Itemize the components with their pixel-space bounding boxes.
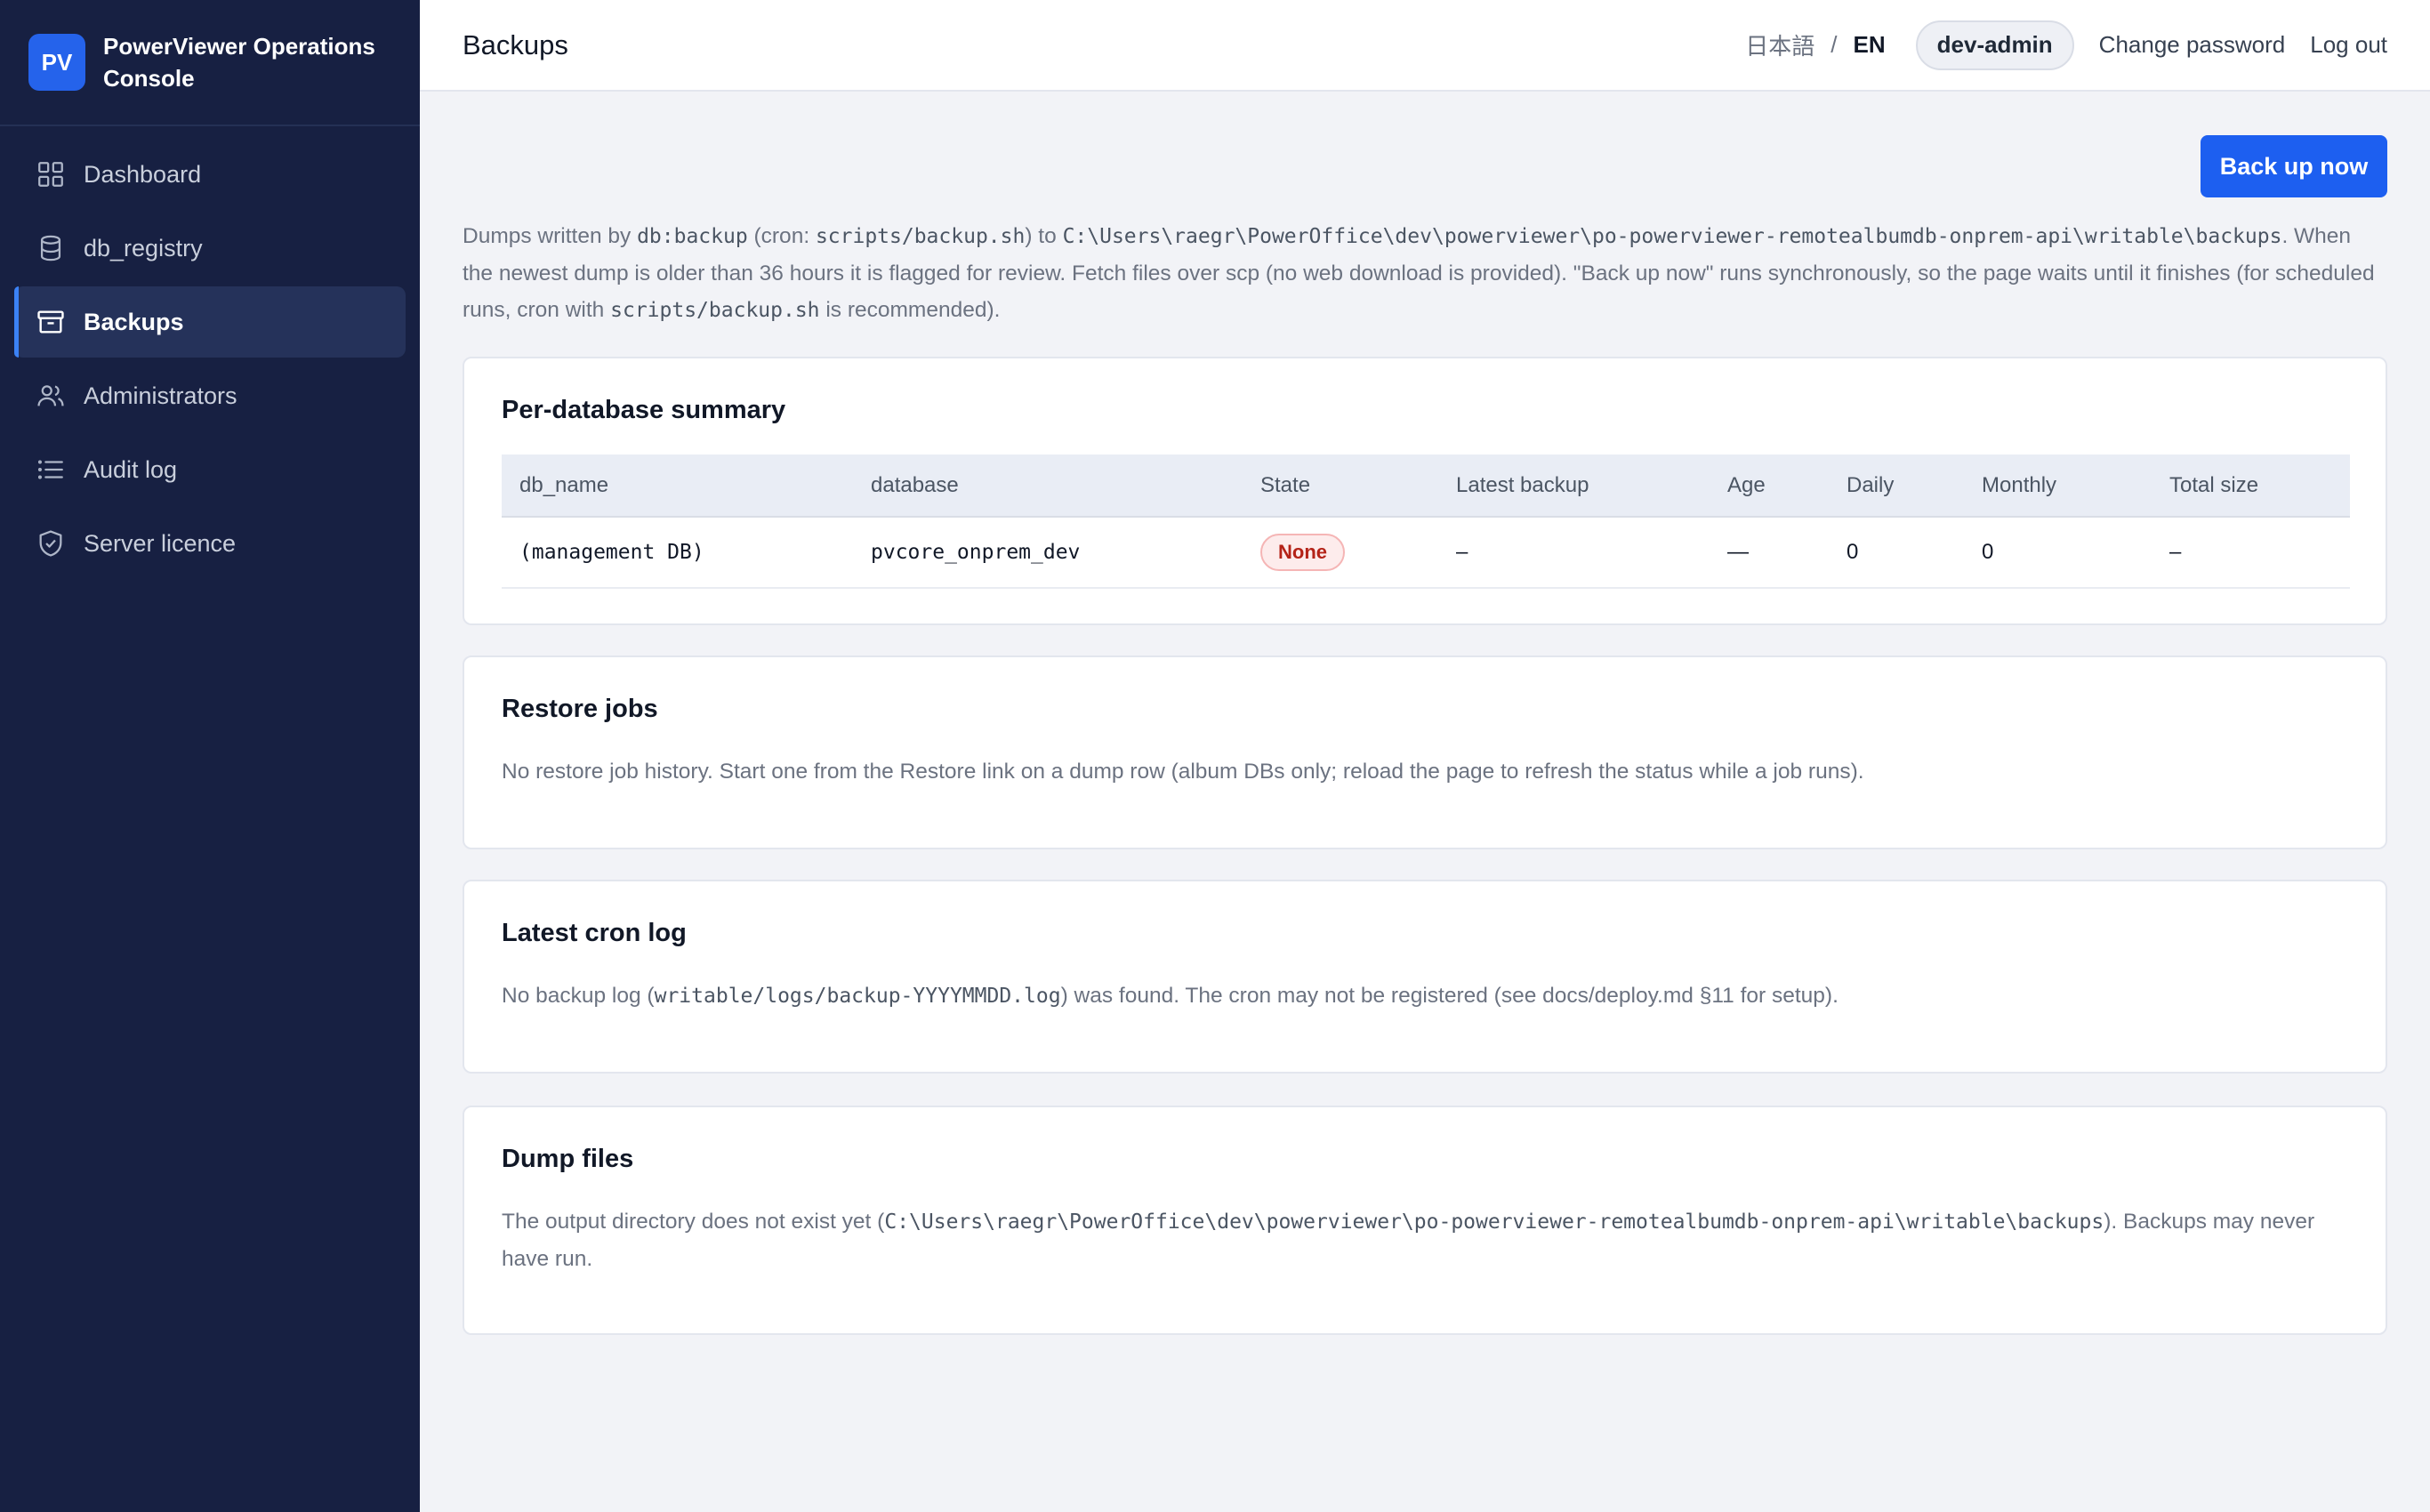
restore-jobs-card: Restore jobs No restore job history. Sta… — [463, 655, 2387, 849]
cell-total-size: – — [2152, 517, 2350, 589]
column-header: Daily — [1829, 454, 1964, 518]
summary-table: db_name database State Latest backup Age… — [502, 454, 2350, 589]
intro-text-part: ) to — [1025, 224, 1063, 248]
cron-text-part: ) was found. The cron may not be registe… — [1060, 984, 1839, 1008]
column-header: Latest backup — [1438, 454, 1710, 518]
sidebar-item-label: Backups — [84, 308, 184, 335]
logout-link[interactable]: Log out — [2310, 31, 2387, 59]
cron-log-file-path: writable/logs/backup-YYYYMMDD.log — [654, 985, 1061, 1008]
intro-text-part: is recommended). — [819, 298, 1001, 322]
cell-latest-backup: – — [1438, 517, 1710, 589]
cell-database: pvcore_onprem_dev — [853, 517, 1243, 589]
sidebar: PV PowerViewer Operations Console Dashbo… — [0, 0, 420, 1512]
app-logo: PV — [28, 34, 85, 91]
backup-script-path: scripts/backup.sh — [610, 299, 820, 322]
cron-log-empty-text: No backup log (writable/logs/backup-YYYY… — [502, 977, 2352, 1015]
backup-script-path: scripts/backup.sh — [815, 225, 1026, 248]
column-header: db_name — [502, 454, 853, 518]
dump-files-card: Dump files The output directory does not… — [463, 1106, 2387, 1335]
sidebar-item-db-registry[interactable]: db_registry — [14, 213, 406, 284]
change-password-link[interactable]: Change password — [2099, 31, 2286, 59]
language-ja-link[interactable]: 日本語 — [1745, 28, 1814, 61]
sidebar-item-backups[interactable]: Backups — [14, 286, 406, 358]
table-row: (management DB) pvcore_onprem_dev None –… — [502, 517, 2350, 589]
per-database-summary-card: Per-database summary db_name database St… — [463, 357, 2387, 625]
cell-monthly: 0 — [1964, 517, 2152, 589]
column-header: Age — [1710, 454, 1829, 518]
status-badge: None — [1260, 534, 1345, 571]
dump-output-path: C:\Users\raegr\PowerOffice\dev\powerview… — [884, 1210, 2104, 1234]
intro-text-part: Dumps written by — [463, 224, 638, 248]
sidebar-item-label: db_registry — [84, 234, 203, 261]
column-header: Total size — [2152, 454, 2350, 518]
sidebar-item-server-licence[interactable]: Server licence — [14, 508, 406, 579]
dashboard-grid-icon — [36, 159, 66, 189]
sidebar-item-label: Server licence — [84, 529, 237, 557]
archive-box-icon — [36, 307, 66, 337]
sidebar-item-label: Dashboard — [84, 160, 202, 188]
sidebar-item-administrators[interactable]: Administrators — [14, 360, 406, 431]
cell-age: — — [1710, 517, 1829, 589]
language-en-current[interactable]: EN — [1854, 31, 1886, 59]
card-title: Per-database summary — [502, 396, 786, 424]
page-title: Backups — [463, 28, 568, 60]
app-title: PowerViewer Operations Console — [103, 33, 375, 92]
table-header-row: db_name database State Latest backup Age… — [502, 454, 2350, 518]
header-actions: 日本語 / EN dev-admin Change password Log o… — [1745, 20, 2387, 70]
column-header: database — [853, 454, 1243, 518]
sidebar-item-label: Audit log — [84, 455, 178, 483]
language-separator: / — [1831, 31, 1838, 58]
intro-text-part: (cron: — [747, 224, 816, 248]
card-title: Latest cron log — [502, 919, 687, 947]
brand[interactable]: PV PowerViewer Operations Console — [0, 0, 420, 126]
list-icon — [36, 454, 66, 485]
database-icon — [36, 233, 66, 263]
card-title: Restore jobs — [502, 695, 658, 723]
sidebar-nav: Dashboard db_registry Backups Administra… — [0, 126, 420, 579]
shield-check-icon — [36, 528, 66, 559]
backup-command: db:backup — [637, 225, 748, 248]
cell-daily: 0 — [1829, 517, 1964, 589]
dump-files-empty-text: The output directory does not exist yet … — [502, 1203, 2352, 1277]
column-header: State — [1243, 454, 1438, 518]
cell-state: None — [1243, 517, 1438, 589]
dump-text-part: The output directory does not exist yet … — [502, 1210, 885, 1234]
back-up-now-button[interactable]: Back up now — [2201, 135, 2387, 197]
user-badge: dev-admin — [1915, 20, 2074, 70]
sidebar-item-dashboard[interactable]: Dashboard — [14, 139, 406, 210]
cron-text-part: No backup log ( — [502, 984, 655, 1008]
users-icon — [36, 381, 66, 411]
latest-cron-log-card: Latest cron log No backup log (writable/… — [463, 880, 2387, 1074]
cell-db-name: (management DB) — [502, 517, 853, 589]
backups-intro-text: Dumps written by db:backup (cron: script… — [463, 218, 2386, 329]
sidebar-item-audit-log[interactable]: Audit log — [14, 434, 406, 505]
top-header: Backups 日本語 / EN dev-admin Change passwo… — [420, 0, 2430, 92]
backup-output-path: C:\Users\raegr\PowerOffice\dev\powerview… — [1062, 225, 2282, 248]
restore-jobs-empty-text: No restore job history. Start one from t… — [502, 760, 1864, 784]
column-header: Monthly — [1964, 454, 2152, 518]
sidebar-item-label: Administrators — [84, 382, 237, 409]
card-title: Dump files — [502, 1145, 634, 1173]
